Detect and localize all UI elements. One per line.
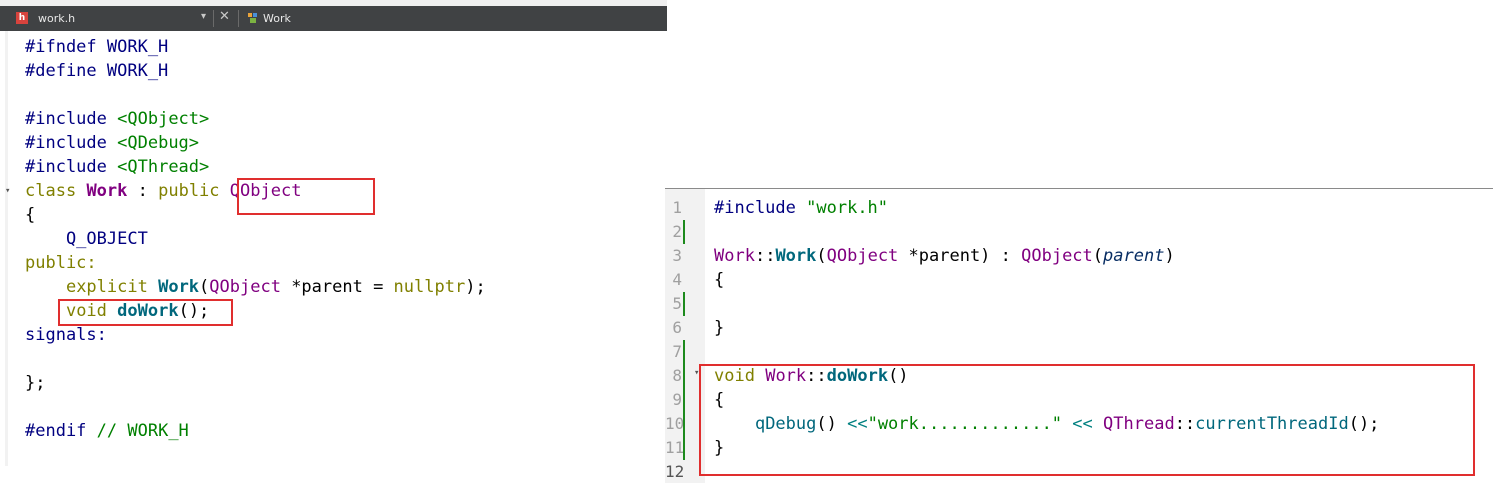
line-number: 3 [672, 246, 682, 265]
fold-marker-icon[interactable]: ▾ [5, 186, 10, 196]
file-selector[interactable]: work.h [38, 12, 75, 25]
change-marker [683, 340, 685, 460]
line-number: 4 [672, 270, 682, 289]
line-number: 5 [672, 294, 682, 313]
code-line: public: [25, 253, 97, 273]
line-number: 6 [672, 318, 682, 337]
change-marker [683, 220, 685, 244]
code-line: #include <QDebug> [25, 133, 200, 153]
line-number: 9 [672, 390, 682, 409]
class-symbol-icon [248, 13, 257, 23]
close-icon[interactable]: ✕ [219, 9, 230, 24]
left-editor-pane: h work.h ▾ ✕ Work ▾ #ifndef WORK_H #defi… [0, 0, 667, 466]
line-number: 11 [665, 438, 685, 457]
chevron-down-icon[interactable]: ▾ [201, 11, 206, 22]
editor-tab-bar: h work.h ▾ ✕ Work [0, 0, 667, 31]
line-number: 10 [665, 414, 685, 433]
line-number: 12 [665, 462, 685, 481]
code-line: Work::Work(QObject *parent) : QObject(pa… [714, 246, 1175, 266]
line-number: 8 [672, 366, 682, 385]
line-number: 7 [672, 342, 682, 361]
code-line: #ifndef WORK_H [25, 37, 169, 57]
change-marker [683, 292, 685, 316]
symbol-selector[interactable]: Work [263, 12, 291, 25]
code-line: explicit Work(QObject *parent = nullptr)… [65, 277, 486, 297]
highlight-box-dowork [58, 299, 233, 326]
right-editor-pane[interactable]: 1 2 3 4 5 6 7 8 9 10 11 12 ▾ #include "w… [665, 188, 1493, 483]
highlight-box-dowork-impl [699, 364, 1475, 476]
editor-gutter [5, 31, 8, 466]
code-line: { [25, 205, 36, 225]
title-strip [0, 0, 667, 6]
line-number: 2 [672, 222, 682, 241]
code-line: } [714, 318, 725, 338]
code-line: #endif // WORK_H [25, 421, 189, 441]
highlight-box-qobject [237, 178, 375, 215]
divider [238, 10, 239, 27]
code-line: Q_OBJECT [25, 229, 148, 249]
code-line: }; [25, 373, 46, 393]
code-editor-left[interactable]: ▾ #ifndef WORK_H #define WORK_H #include… [5, 31, 667, 466]
code-line: #include "work.h" [714, 198, 889, 218]
line-number: 1 [672, 198, 682, 217]
code-line: signals: [25, 325, 107, 345]
code-line: #include <QObject> [25, 109, 210, 129]
header-file-icon: h [16, 12, 28, 24]
divider [213, 10, 214, 27]
code-line: { [714, 270, 725, 290]
code-line: #include <QThread> [25, 157, 210, 177]
code-line: #define WORK_H [25, 61, 169, 81]
